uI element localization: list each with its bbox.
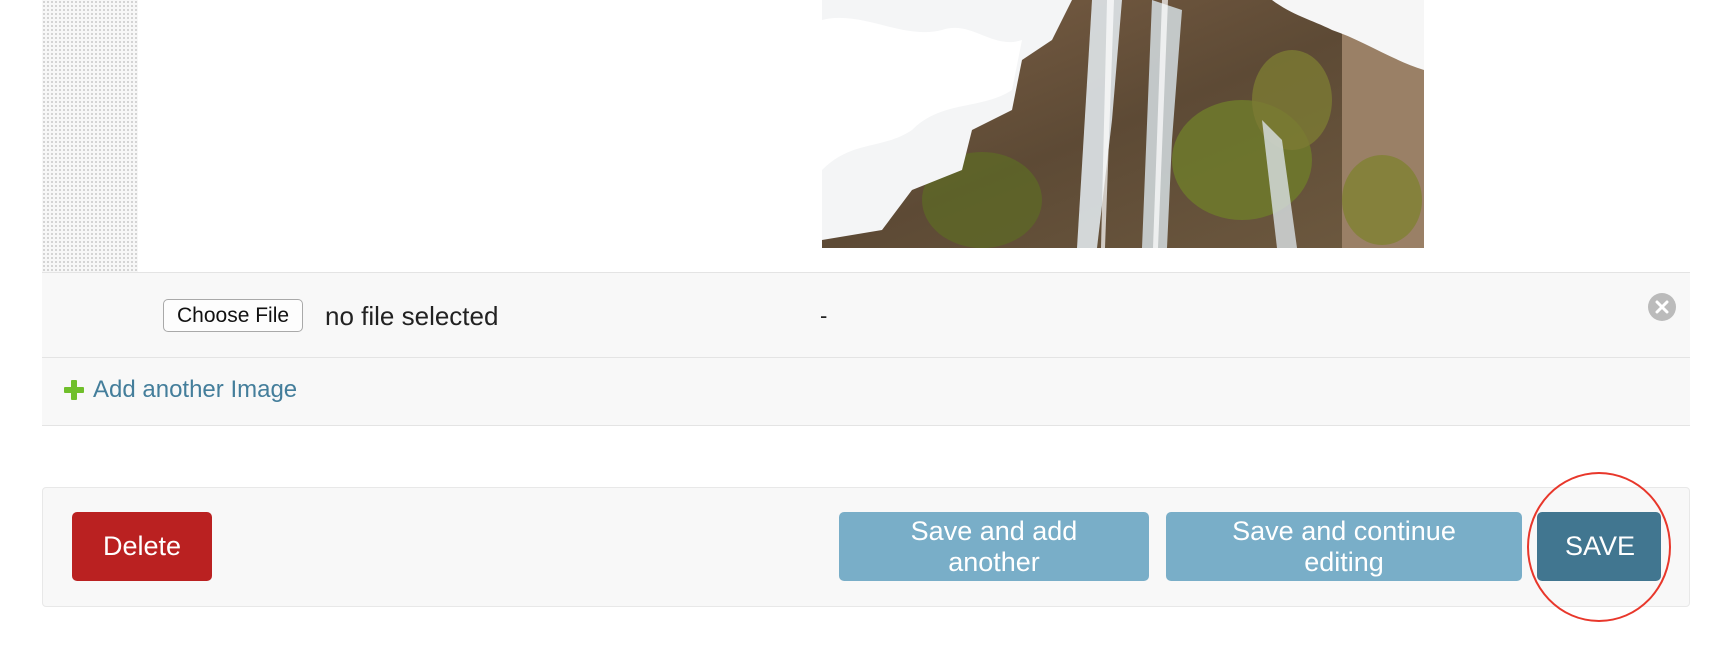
- image-thumbnail: [822, 0, 1424, 248]
- add-another-image-link[interactable]: Add another Image: [64, 376, 297, 404]
- inline-image-row: [42, 0, 1690, 272]
- admin-inline-form: Choose File no file selected - Add anoth…: [0, 0, 1734, 664]
- submit-row: Delete Save and add another Save and con…: [42, 487, 1690, 607]
- file-status-text: no file selected: [325, 301, 499, 331]
- delete-button[interactable]: Delete: [72, 512, 212, 581]
- remove-inline-icon[interactable]: [1648, 293, 1676, 321]
- drag-handle-column: [42, 0, 138, 272]
- add-another-image-label: Add another Image: [93, 376, 298, 403]
- waterfall-image: [822, 0, 1424, 248]
- inline-file-row: Choose File no file selected -: [42, 272, 1690, 358]
- save-and-add-another-button[interactable]: Save and add another: [839, 512, 1149, 581]
- plus-icon: [64, 380, 84, 400]
- save-button[interactable]: SAVE: [1537, 512, 1661, 581]
- choose-file-button[interactable]: Choose File: [163, 299, 304, 332]
- image-preview-placeholder: -: [820, 303, 828, 328]
- add-row: Add another Image: [42, 358, 1690, 426]
- save-and-continue-button[interactable]: Save and continue editing: [1166, 512, 1522, 581]
